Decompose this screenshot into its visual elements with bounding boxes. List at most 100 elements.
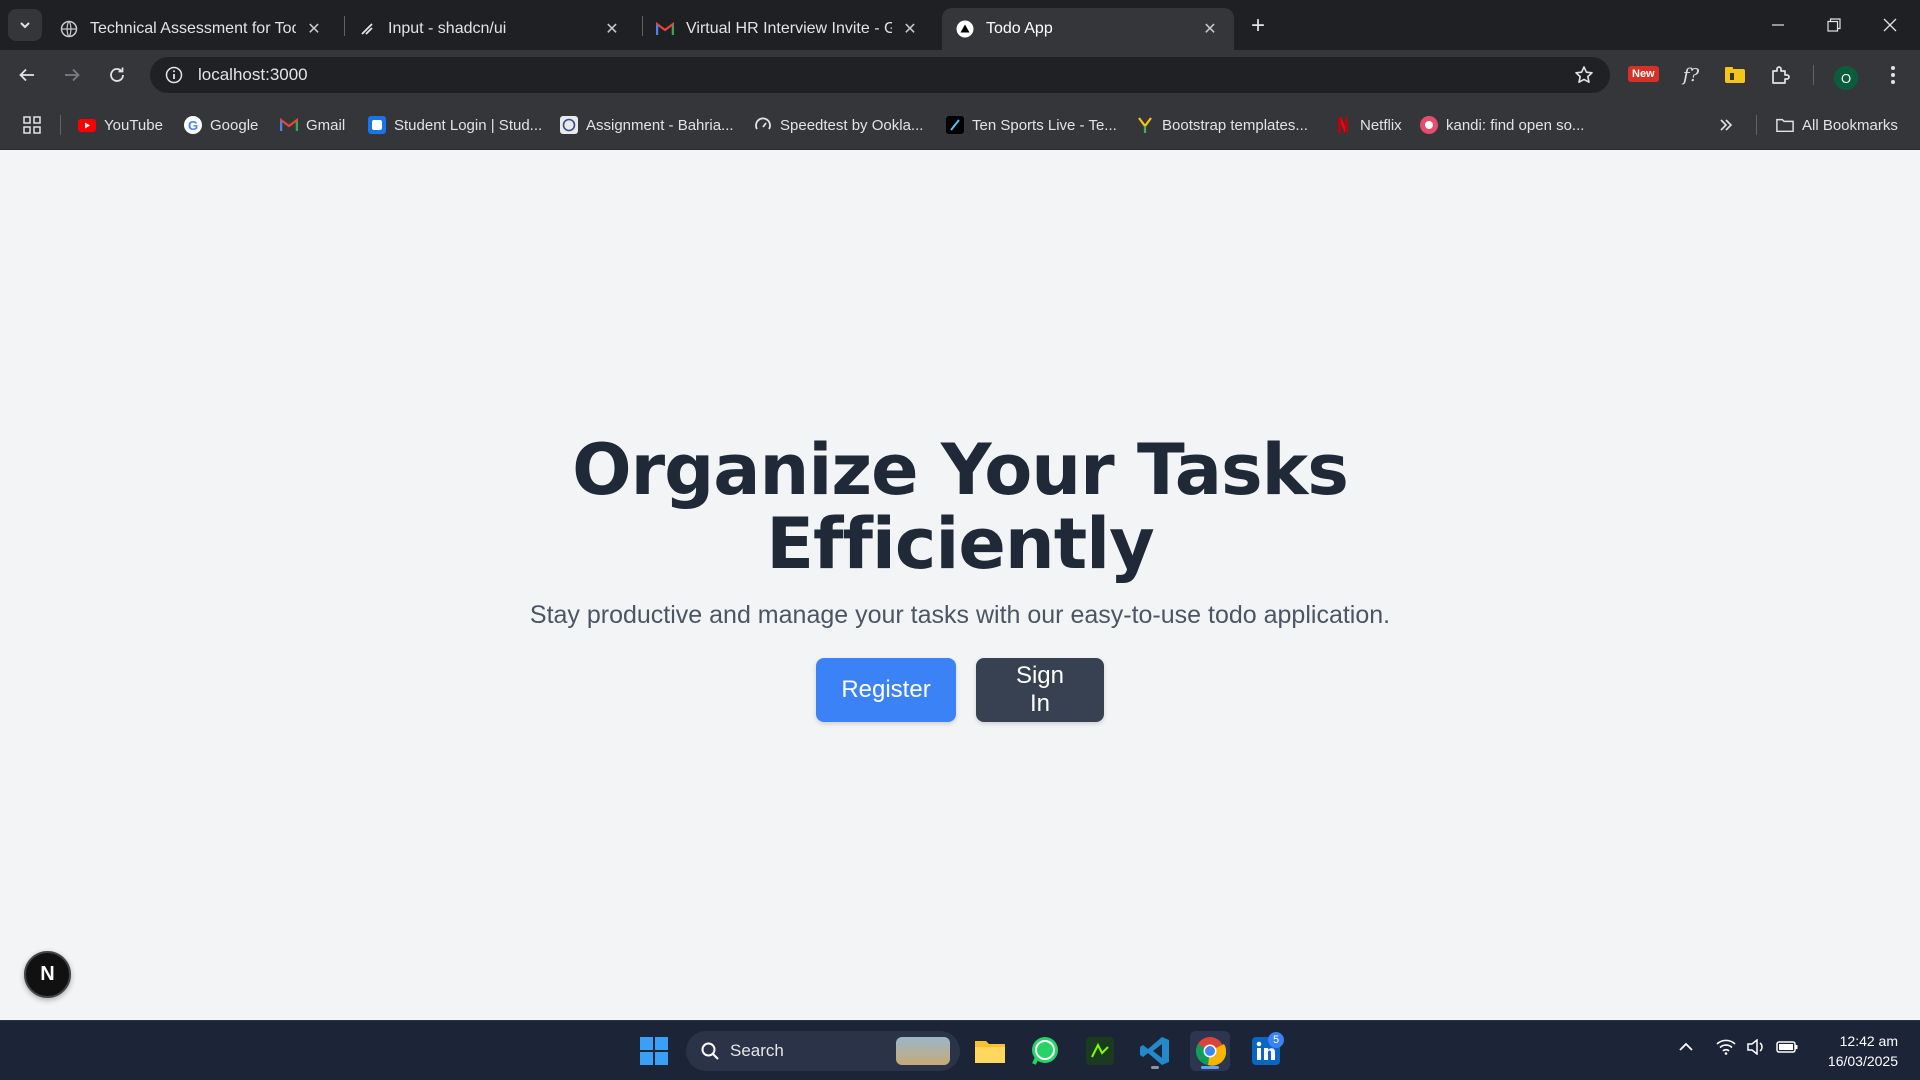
sign-in-button[interactable]: Sign In	[976, 658, 1104, 722]
chrome-button[interactable]	[1190, 1031, 1230, 1071]
whatsapp-button[interactable]	[1025, 1031, 1065, 1071]
file-explorer-button[interactable]	[970, 1031, 1010, 1071]
minimize-button[interactable]	[1750, 0, 1806, 50]
close-icon[interactable]: ✕	[900, 19, 920, 39]
folder-icon	[975, 1041, 1005, 1063]
address-bar[interactable]: localhost:3000	[150, 57, 1610, 93]
bookmarks-divider	[1756, 115, 1757, 135]
formula-extension-icon[interactable]: f?	[1676, 60, 1706, 90]
bookmark-label: Assignment - Bahria...	[586, 116, 734, 134]
hero-section: Organize Your Tasks Efficiently Stay pro…	[0, 433, 1920, 722]
tab-shadcn-input[interactable]: Input - shadcn/ui ✕	[344, 8, 636, 50]
folder-extension-icon	[1725, 67, 1745, 83]
profile-avatar[interactable]: O	[1834, 66, 1858, 90]
tab-gmail-interview[interactable]: Virtual HR Interview Invite - Go ✕	[642, 8, 934, 50]
youtube-icon	[78, 116, 96, 134]
tab-todo-app[interactable]: Todo App ✕	[942, 8, 1234, 50]
bookmarks-overflow-button[interactable]	[1718, 113, 1734, 137]
close-icon	[1883, 18, 1897, 32]
kandi-icon	[1420, 116, 1438, 134]
bookmark-label: Student Login | Stud...	[394, 116, 543, 134]
clock-time: 12:42 am	[1839, 1033, 1898, 1049]
address-url: localhost:3000	[198, 65, 308, 84]
hero-title-line-1: Organize Your Tasks	[572, 429, 1349, 511]
close-icon[interactable]: ✕	[1200, 19, 1220, 39]
bookmark-label: Speedtest by Ookla...	[780, 116, 924, 134]
minimize-icon	[1772, 24, 1784, 26]
bookmarks-divider	[60, 115, 61, 135]
start-button[interactable]	[634, 1031, 674, 1071]
bookmark-speedtest[interactable]: Speedtest by Ookla...	[754, 113, 923, 137]
nextjs-dev-indicator[interactable]: N	[24, 951, 71, 998]
bookmark-netflix[interactable]: Netflix	[1334, 113, 1402, 137]
bookmark-label: YouTube	[104, 116, 163, 134]
google-icon: G	[184, 116, 202, 134]
register-button[interactable]: Register	[816, 658, 956, 722]
tab-technical-assessment[interactable]: Technical Assessment for Todo \ ✕	[46, 8, 338, 50]
student-icon	[368, 116, 386, 134]
restore-button[interactable]	[1806, 0, 1862, 50]
show-hidden-icons-button[interactable]	[1678, 1039, 1694, 1060]
shadcn-icon	[358, 20, 376, 38]
chevron-up-icon	[1679, 1042, 1693, 1051]
folder-extension-button[interactable]	[1720, 60, 1750, 90]
vscode-button[interactable]	[1135, 1031, 1175, 1071]
taskbar-search[interactable]: Search	[686, 1031, 960, 1071]
extensions-button[interactable]	[1766, 60, 1796, 90]
whatsapp-icon	[1032, 1037, 1058, 1065]
windows-taskbar: Search 5 12:42 am 16/03/2025	[0, 1020, 1920, 1080]
chevron-down-icon	[20, 22, 30, 29]
tab-bar: Technical Assessment for Todo \ ✕ Input …	[0, 0, 1920, 50]
wifi-status[interactable]	[1716, 1039, 1736, 1060]
page-content: Organize Your Tasks Efficiently Stay pro…	[0, 151, 1920, 1020]
close-icon[interactable]: ✕	[602, 19, 622, 39]
close-window-button[interactable]	[1862, 0, 1918, 50]
puzzle-icon	[1772, 66, 1790, 84]
restore-icon	[1827, 18, 1841, 32]
taskbar-search-label: Search	[730, 1041, 784, 1060]
globe-icon	[60, 20, 78, 38]
close-icon[interactable]: ✕	[304, 19, 324, 39]
bookmark-google[interactable]: G Google	[184, 113, 258, 137]
tab-title: Todo App	[986, 20, 1053, 37]
bookmark-tensports[interactable]: Ten Sports Live - Te...	[946, 113, 1117, 137]
bookmark-youtube[interactable]: YouTube	[78, 113, 163, 137]
back-button[interactable]	[12, 60, 42, 90]
reload-button[interactable]	[102, 60, 132, 90]
volume-status[interactable]	[1746, 1038, 1766, 1060]
bookmark-kandi[interactable]: kandi: find open so...	[1420, 113, 1584, 137]
bookmark-bootstrap[interactable]: Bootstrap templates...	[1136, 113, 1308, 137]
bookmark-gmail[interactable]: Gmail	[280, 113, 345, 137]
app-launcher-button[interactable]	[1080, 1031, 1120, 1071]
tab-search-button[interactable]	[8, 9, 42, 41]
bookmark-label: kandi: find open so...	[1446, 116, 1585, 134]
toolbar-divider	[1813, 65, 1814, 85]
search-icon	[701, 1042, 719, 1060]
folder-icon	[1776, 116, 1794, 134]
battery-status[interactable]	[1776, 1039, 1798, 1060]
bookmark-student-login[interactable]: Student Login | Stud...	[368, 113, 542, 137]
menu-button[interactable]	[1878, 60, 1908, 90]
forward-button[interactable]	[57, 60, 87, 90]
active-indicator	[1201, 1066, 1219, 1069]
vscode-icon	[1140, 1037, 1169, 1065]
tensports-icon	[946, 116, 964, 134]
apps-button[interactable]	[22, 113, 42, 137]
clock-date: 16/03/2025	[1827, 1053, 1898, 1069]
bookmark-star-icon[interactable]	[1574, 65, 1594, 90]
chrome-icon	[1196, 1037, 1226, 1066]
linkedin-notification-badge: 5	[1268, 1032, 1284, 1048]
hero-title-line-2: Efficiently	[766, 503, 1155, 585]
triangle-icon	[956, 20, 974, 38]
netflix-icon	[1334, 116, 1352, 134]
site-info-icon[interactable]	[156, 57, 192, 93]
gmail-icon	[280, 116, 298, 134]
new-tab-button[interactable]: +	[1244, 12, 1272, 40]
running-indicator	[1151, 1066, 1159, 1069]
hero-actions: Register Sign In	[0, 658, 1920, 722]
all-bookmarks-button[interactable]: All Bookmarks	[1776, 113, 1898, 137]
bookmark-assignment[interactable]: Assignment - Bahria...	[560, 113, 734, 137]
bookmark-label: Bootstrap templates...	[1162, 116, 1308, 134]
wifi-icon	[1716, 1039, 1736, 1055]
system-clock[interactable]: 12:42 am 16/03/2025	[1828, 1031, 1898, 1071]
